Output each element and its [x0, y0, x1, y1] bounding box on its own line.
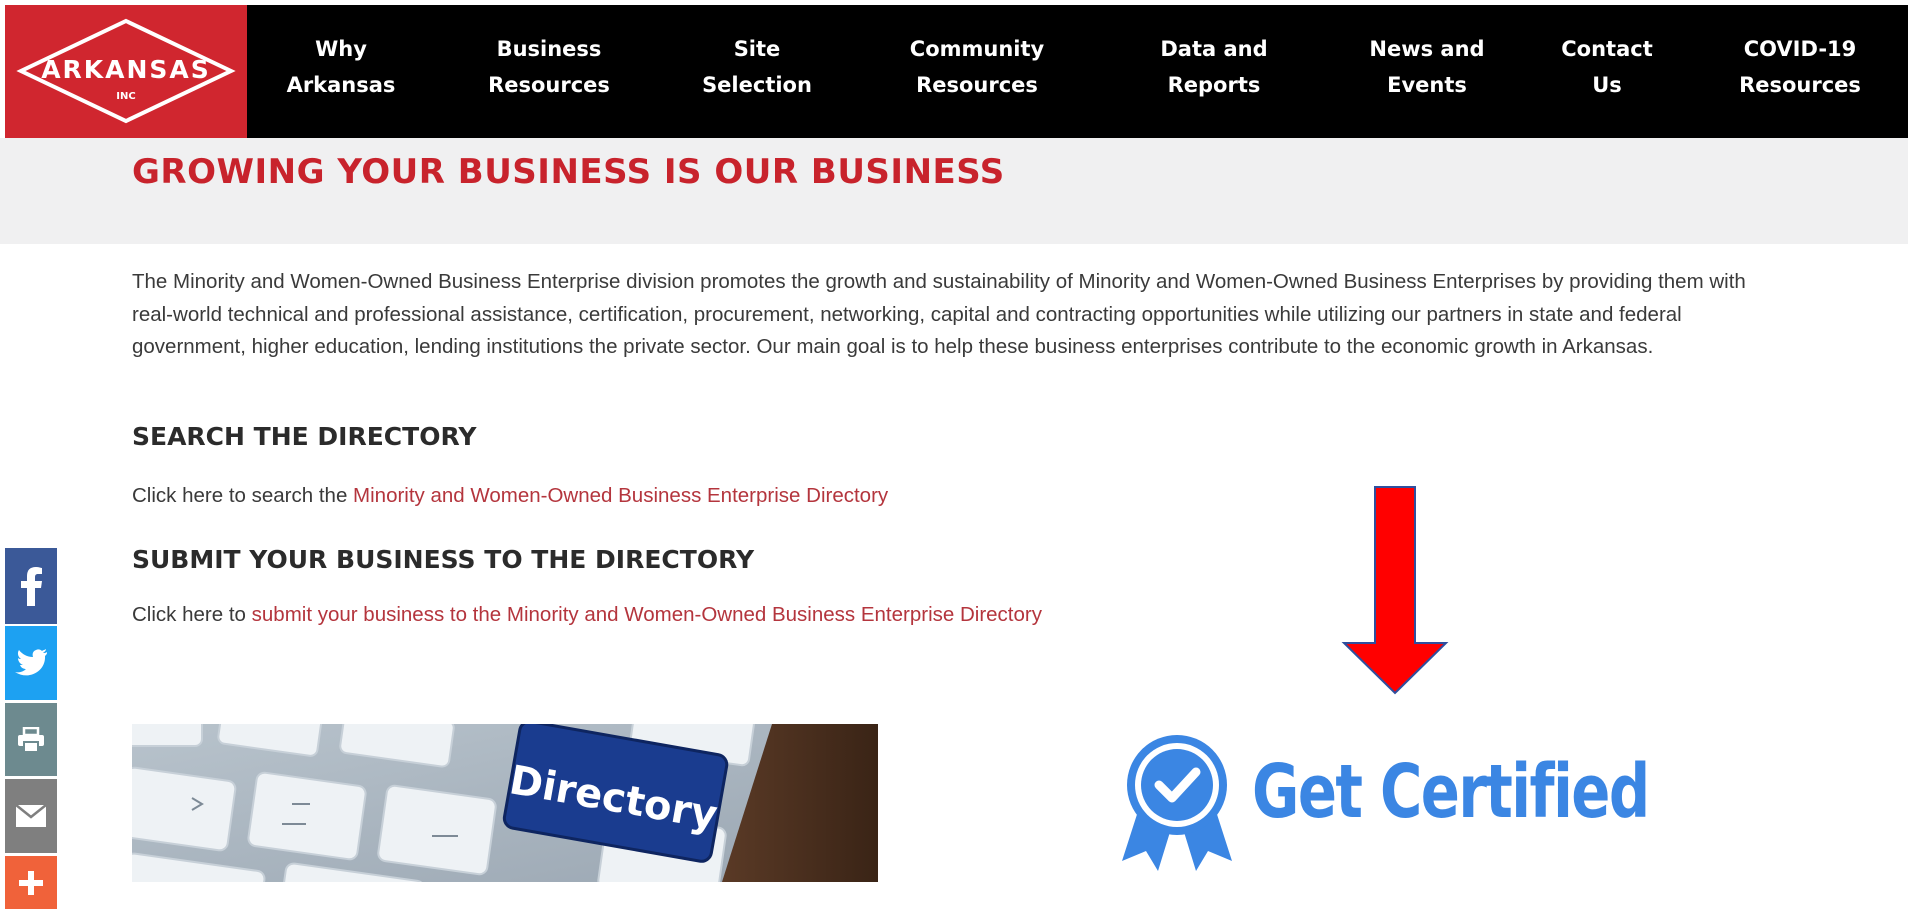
submit-business-heading: SUBMIT YOUR BUSINESS TO THE DIRECTORY	[132, 545, 755, 574]
get-certified-button[interactable]: Get Certified	[1112, 733, 1650, 873]
get-certified-label: Get Certified	[1252, 749, 1650, 835]
logo-diamond-icon: ARKANSAS INC	[16, 18, 236, 124]
facebook-icon	[21, 567, 42, 606]
submit-business-link[interactable]: submit your business to the Minority and…	[252, 603, 1042, 626]
email-share-button[interactable]	[5, 779, 57, 853]
facebook-share-button[interactable]	[5, 548, 57, 624]
nav-covid-19-resources[interactable]: COVID-19 Resources	[1739, 31, 1861, 103]
red-down-arrow-icon	[1341, 486, 1449, 695]
email-icon	[15, 804, 47, 827]
more-share-button[interactable]	[5, 856, 57, 909]
page-title: GROWING YOUR BUSINESS IS OUR BUSINESS	[132, 152, 1005, 192]
plus-icon	[19, 870, 43, 895]
submit-business-text: Click here to submit your business to th…	[132, 603, 1042, 627]
search-directory-text: Click here to search the Minority and Wo…	[132, 484, 888, 508]
nav-contact-us[interactable]: Contact Us	[1561, 31, 1653, 103]
print-button[interactable]	[5, 703, 57, 776]
intro-paragraph: The Minority and Women-Owned Business En…	[132, 270, 1746, 358]
site-header: ARKANSAS INC Why Arkansas Business Resou…	[0, 0, 1908, 138]
logo-sub: INC	[116, 91, 135, 102]
search-directory-prefix: Click here to search the	[132, 484, 354, 507]
search-directory-heading: SEARCH THE DIRECTORY	[132, 422, 477, 451]
arkansas-inc-logo[interactable]: ARKANSAS INC	[5, 5, 247, 138]
nav-data-and-reports[interactable]: Data and Reports	[1160, 31, 1267, 103]
main-nav: Why Arkansas Business Resources Site Sel…	[247, 5, 1908, 138]
logo-wordmark: ARKANSAS	[41, 55, 211, 84]
nav-business-resources[interactable]: Business Resources	[488, 31, 610, 103]
nav-community-resources[interactable]: Community Resources	[910, 31, 1044, 103]
search-directory-link[interactable]: Minority and Women-Owned Business Enterp…	[353, 484, 888, 507]
directory-keyboard-image: Directory	[132, 724, 878, 882]
certified-ribbon-icon	[1122, 735, 1232, 871]
nav-news-and-events[interactable]: News and Events	[1369, 31, 1484, 103]
nav-why-arkansas[interactable]: Why Arkansas	[287, 31, 396, 103]
nav-site-selection[interactable]: Site Selection	[702, 31, 812, 103]
print-icon	[18, 726, 44, 753]
twitter-share-button[interactable]	[5, 626, 57, 700]
twitter-icon	[15, 649, 47, 676]
submit-business-prefix: Click here to	[132, 603, 252, 626]
